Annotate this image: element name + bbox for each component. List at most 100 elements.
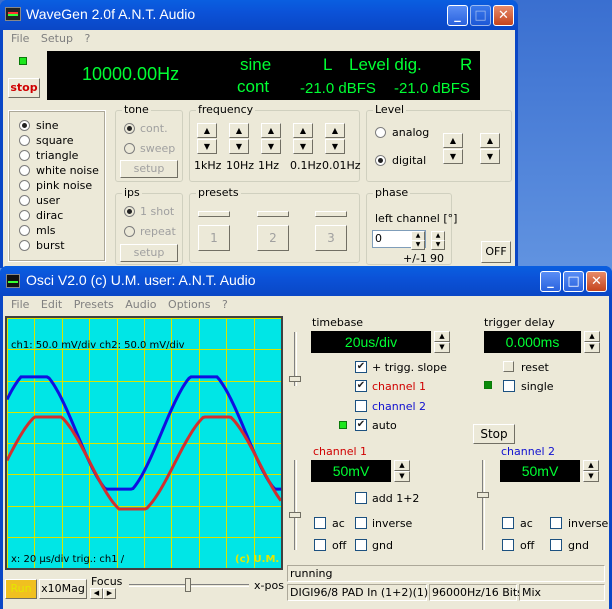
preset-2-button[interactable]: 2 [257, 225, 289, 251]
stop-button[interactable]: stop [8, 78, 40, 98]
trigger-delay-up-icon[interactable]: ▲ [584, 331, 600, 342]
freq-up-0-icon[interactable]: ▲ [197, 123, 217, 138]
ch1-off-checkbox[interactable] [314, 539, 326, 551]
channel2-checkbox[interactable] [355, 400, 367, 412]
freq-down-3-icon[interactable]: ▼ [293, 139, 313, 154]
channel1-checkbox[interactable]: ✔ [355, 380, 367, 392]
preset-3-button[interactable]: 3 [315, 225, 347, 251]
minimize-icon[interactable]: _ [447, 5, 468, 26]
ch2-gain-slider[interactable] [482, 460, 485, 550]
auto-checkbox[interactable]: ✔ [355, 419, 367, 431]
x10mag-button[interactable]: x10Mag [39, 579, 87, 599]
run-button[interactable]: Run [5, 579, 37, 599]
level-left-up-icon[interactable]: ▲ [443, 133, 463, 148]
minimize-icon[interactable]: _ [540, 271, 561, 292]
tone-cont-radio[interactable] [124, 123, 135, 134]
preset-save-1-button[interactable] [198, 211, 230, 217]
level-left-down-icon[interactable]: ▼ [443, 149, 463, 164]
menu-help[interactable]: ? [84, 30, 90, 48]
scope-screen: ch1: 50.0 mV/div ch2: 50.0 mV/div x: 20 … [5, 316, 283, 570]
freq-down-2-icon[interactable]: ▼ [261, 139, 281, 154]
menu-file[interactable]: File [11, 30, 29, 48]
off-button[interactable]: OFF [481, 241, 511, 263]
waveform-radio-pink-noise[interactable] [19, 180, 30, 191]
freq-up-4-icon[interactable]: ▲ [325, 123, 345, 138]
preset-1-button[interactable]: 1 [198, 225, 230, 251]
osci-titlebar[interactable]: Osci V2.0 (c) U.M. user: A.N.T. Audio _ … [0, 266, 612, 296]
freq-up-2-icon[interactable]: ▲ [261, 123, 281, 138]
menu-audio[interactable]: Audio [125, 296, 156, 314]
waveform-radio-user[interactable] [19, 195, 30, 206]
tone-sweep-radio[interactable] [124, 143, 135, 154]
wavegen-titlebar[interactable]: WaveGen 2.0f A.N.T. Audio _ □ ✕ [0, 0, 518, 30]
channel1-up-icon[interactable]: ▲ [394, 460, 410, 471]
phase-step-down-icon[interactable]: ▼ [431, 240, 445, 250]
waveform-radio-burst[interactable] [19, 240, 30, 251]
status-mode: Mix [519, 584, 605, 601]
wavegen-menubar: File Setup ? [3, 30, 515, 48]
close-icon[interactable]: ✕ [586, 271, 607, 292]
xpos-thumb[interactable] [185, 578, 191, 592]
channel2-down-icon[interactable]: ▼ [583, 471, 599, 482]
timebase-up-icon[interactable]: ▲ [434, 331, 450, 342]
focus-right-icon[interactable]: ▶ [103, 588, 116, 599]
timebase-down-icon[interactable]: ▼ [434, 342, 450, 353]
level-right-down-icon[interactable]: ▼ [480, 149, 500, 164]
waveform-radio-mls[interactable] [19, 225, 30, 236]
ch1-gnd-checkbox[interactable] [355, 539, 367, 551]
reset-button[interactable] [503, 361, 514, 372]
osci-title: Osci V2.0 (c) U.M. user: A.N.T. Audio [26, 272, 256, 288]
phase-90-label: 90 [430, 252, 444, 265]
ch1-ac-checkbox[interactable] [314, 517, 326, 529]
freq-down-1-icon[interactable]: ▼ [229, 139, 249, 154]
waveform-radio-dirac[interactable] [19, 210, 30, 221]
tone-setup-button[interactable]: setup [120, 160, 178, 178]
phase-down-icon[interactable]: ▼ [411, 240, 425, 250]
add-checkbox[interactable] [355, 492, 367, 504]
focus-left-icon[interactable]: ◀ [90, 588, 103, 599]
freq-down-0-icon[interactable]: ▼ [197, 139, 217, 154]
maximize-icon[interactable]: □ [470, 5, 491, 26]
trigger-delay-down-icon[interactable]: ▼ [584, 342, 600, 353]
waveform-radio-square[interactable] [19, 135, 30, 146]
level-analog-radio[interactable] [375, 127, 386, 138]
level-digital-radio[interactable] [375, 155, 386, 166]
menu-presets[interactable]: Presets [74, 296, 114, 314]
ch2-ac-checkbox[interactable] [502, 517, 514, 529]
reset-label: reset [521, 361, 549, 374]
menu-help[interactable]: ? [222, 296, 228, 314]
ips-repeat-radio[interactable] [124, 226, 135, 237]
level-right-up-icon[interactable]: ▲ [480, 133, 500, 148]
ch2-off-checkbox[interactable] [502, 539, 514, 551]
menu-options[interactable]: Options [168, 296, 210, 314]
preset-save-2-button[interactable] [257, 211, 289, 217]
single-checkbox[interactable] [503, 380, 515, 392]
status-device: DIGI96/8 PAD In (1+2)(1) [287, 584, 428, 601]
waveform-radio-white-noise[interactable] [19, 165, 30, 176]
ips-setup-button[interactable]: setup [120, 244, 178, 262]
waveform-radio-sine[interactable] [19, 120, 30, 131]
ch1-inverse-checkbox[interactable] [355, 517, 367, 529]
ch2-gain-thumb[interactable] [477, 492, 489, 498]
ch2-gnd-checkbox[interactable] [550, 539, 562, 551]
ch1-offset-thumb[interactable] [289, 376, 301, 382]
waveform-radio-triangle[interactable] [19, 150, 30, 161]
menu-file[interactable]: File [11, 296, 29, 314]
menu-setup[interactable]: Setup [41, 30, 73, 48]
ips-1shot-radio[interactable] [124, 206, 135, 217]
timebase-display: 20us/div [311, 331, 431, 353]
freq-up-3-icon[interactable]: ▲ [293, 123, 313, 138]
channel2-up-icon[interactable]: ▲ [583, 460, 599, 471]
stop-button[interactable]: Stop [473, 424, 515, 444]
freq-down-4-icon[interactable]: ▼ [325, 139, 345, 154]
trig-slope-checkbox[interactable]: ✔ [355, 361, 367, 373]
close-icon[interactable]: ✕ [493, 5, 514, 26]
menu-edit[interactable]: Edit [41, 296, 62, 314]
ch1-gain-slider[interactable] [294, 460, 297, 550]
channel1-down-icon[interactable]: ▼ [394, 471, 410, 482]
ch1-gain-thumb[interactable] [289, 512, 301, 518]
ch2-inverse-checkbox[interactable] [550, 517, 562, 529]
freq-up-1-icon[interactable]: ▲ [229, 123, 249, 138]
preset-save-3-button[interactable] [315, 211, 347, 217]
maximize-icon[interactable]: □ [563, 271, 584, 292]
